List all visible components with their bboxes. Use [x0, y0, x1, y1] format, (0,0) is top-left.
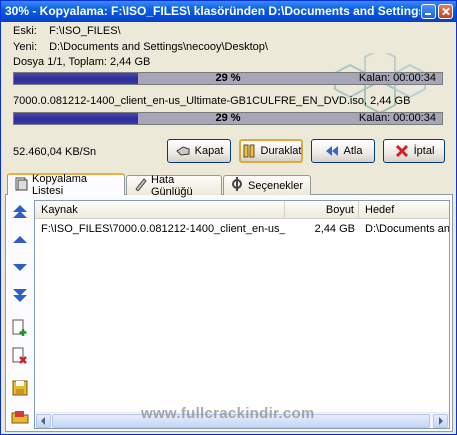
- close-window-button[interactable]: [438, 4, 453, 19]
- move-top-icon[interactable]: [11, 203, 29, 221]
- copy-list-icon: [14, 177, 28, 194]
- source-label: Eski:: [13, 25, 37, 37]
- transfer-speed: 52.460,04 KB/Sn: [13, 146, 97, 158]
- copy-list-view[interactable]: Kaynak Boyut Hedef F:\ISO_FILES\7000.0.0…: [34, 200, 450, 429]
- total-time-remaining: Kalan: 00:00:34: [358, 72, 436, 84]
- skip-button[interactable]: Atla: [311, 139, 375, 163]
- tab-copy-list-label: Kopyalama Listesi: [32, 173, 88, 197]
- load-list-icon[interactable]: [11, 407, 29, 425]
- list-header: Kaynak Boyut Hedef: [35, 201, 449, 219]
- move-bottom-icon[interactable]: [11, 286, 29, 304]
- item-target: D:\Documents and Settings: [365, 223, 449, 235]
- minimize-button[interactable]: [421, 4, 436, 19]
- window-title: 30% - Kopyalama: F:\ISO_FILES\ klasöründ…: [5, 4, 420, 18]
- skip-button-label: Atla: [343, 145, 363, 157]
- remove-file-icon[interactable]: [11, 347, 29, 365]
- item-size: 2,44 GB: [314, 223, 355, 235]
- column-size[interactable]: Boyut: [285, 201, 359, 219]
- file-time-remaining: Kalan: 00:00:34: [358, 112, 436, 124]
- pause-icon: [241, 144, 257, 158]
- file-count: Dosya 1/1, Toplam: 2,44 GB: [13, 56, 151, 68]
- source-path: F:\ISO_FILES\: [49, 25, 121, 37]
- target-path: D:\Documents and Settings\necooy\Desktop…: [49, 41, 268, 53]
- move-up-icon[interactable]: [11, 231, 29, 249]
- tab-options-label: Seçenekler: [248, 179, 304, 192]
- total-progress-bar: 29 % Kalan: 00:00:34: [13, 72, 443, 85]
- close-button-label: Kapat: [194, 145, 224, 157]
- hand-icon: [175, 144, 191, 158]
- options-icon: [230, 177, 244, 194]
- cancel-button[interactable]: İptal: [383, 139, 445, 163]
- target-label: Yeni:: [13, 41, 38, 53]
- tab-copy-list[interactable]: Kopyalama Listesi: [7, 173, 125, 197]
- column-source[interactable]: Kaynak: [35, 201, 285, 219]
- copy-window: 30% - Kopyalama: F:\ISO_FILES\ klasöründ…: [0, 0, 457, 435]
- pause-button-label: Duraklat: [260, 145, 302, 157]
- red-x-icon: [394, 144, 410, 158]
- save-list-icon[interactable]: [11, 379, 29, 397]
- move-down-icon[interactable]: [11, 258, 29, 276]
- skip-icon: [324, 144, 340, 158]
- tab-options[interactable]: Seçenekler: [223, 175, 311, 195]
- column-target[interactable]: Hedef: [359, 201, 449, 219]
- pause-button[interactable]: Duraklat: [239, 139, 303, 163]
- item-source: F:\ISO_FILES\7000.0.081212-1400_client_e…: [41, 223, 285, 235]
- target-row: Yeni: D:\Documents and Settings\necooy\D…: [13, 41, 268, 53]
- error-log-icon: [133, 177, 147, 194]
- list-item[interactable]: F:\ISO_FILES\7000.0.081212-1400_client_e…: [35, 221, 449, 237]
- source-row: Eski: F:\ISO_FILES\: [13, 25, 121, 37]
- scroll-left-button[interactable]: [36, 414, 51, 428]
- scroll-right-button[interactable]: [433, 414, 448, 428]
- file-progress-bar: 29 % Kalan: 00:00:34: [13, 112, 443, 125]
- tab-error-log-label: Hata Günlüğü: [151, 173, 193, 198]
- close-button[interactable]: Kapat: [167, 139, 231, 163]
- watermark-text: www.fullcrackindir.com: [141, 405, 315, 422]
- cancel-button-label: İptal: [413, 145, 435, 157]
- title-bar[interactable]: 30% - Kopyalama: F:\ISO_FILES\ klasöründ…: [1, 1, 456, 22]
- current-file: 7000.0.081212-1400_client_en-us_Ultimate…: [13, 95, 411, 107]
- tab-error-log[interactable]: Hata Günlüğü: [126, 173, 222, 198]
- add-file-icon[interactable]: [11, 319, 29, 337]
